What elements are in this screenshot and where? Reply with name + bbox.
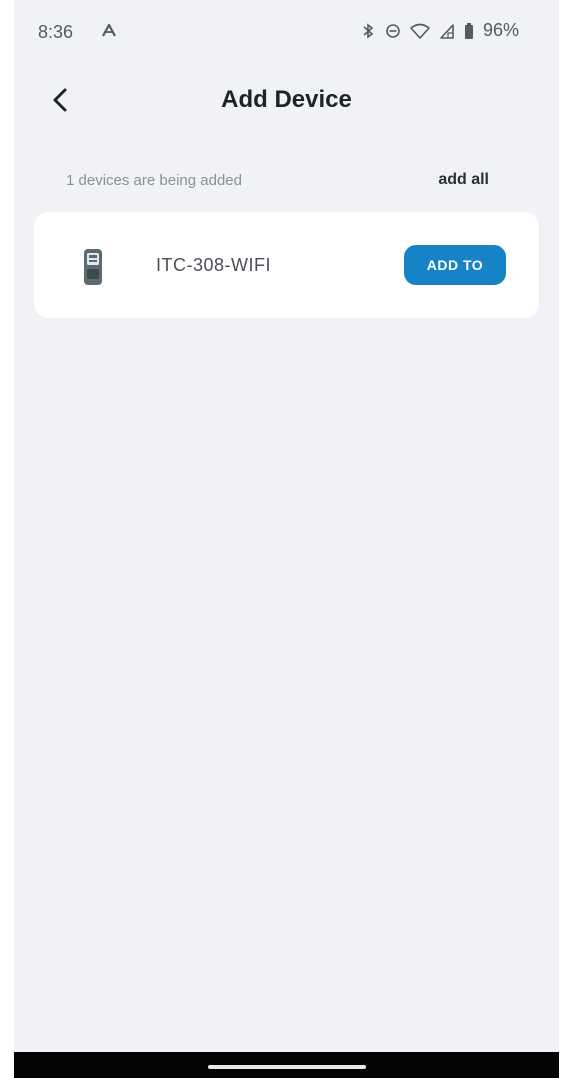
screen: 8:36 96% Add Device 1 devices are being … (14, 0, 559, 1078)
status-time: 8:36 (38, 22, 74, 42)
home-indicator[interactable] (208, 1065, 366, 1069)
notification-a-icon (102, 23, 116, 37)
add-all-link[interactable]: add all (438, 171, 489, 189)
header: Add Device (14, 62, 559, 138)
battery-icon (464, 22, 473, 39)
info-row: 1 devices are being added add all (14, 168, 559, 196)
status-bar: 8:36 96% (14, 0, 559, 62)
do-not-disturb-icon (386, 23, 400, 38)
thermostat-controller-icon (84, 249, 102, 285)
devices-count-text: 1 devices are being added (66, 172, 242, 189)
battery-percent: 96% (482, 20, 519, 40)
signal-icon (440, 23, 454, 39)
system-nav-bar (14, 1052, 559, 1078)
add-to-button[interactable]: ADD TO (404, 245, 506, 285)
wifi-icon (410, 23, 430, 39)
bluetooth-icon (363, 22, 374, 39)
status-icons: 96% (360, 20, 519, 41)
device-card[interactable]: ITC-308-WIFI ADD TO (34, 212, 539, 318)
page-title: Add Device (221, 86, 352, 113)
device-name: ITC-308-WIFI (156, 255, 272, 275)
